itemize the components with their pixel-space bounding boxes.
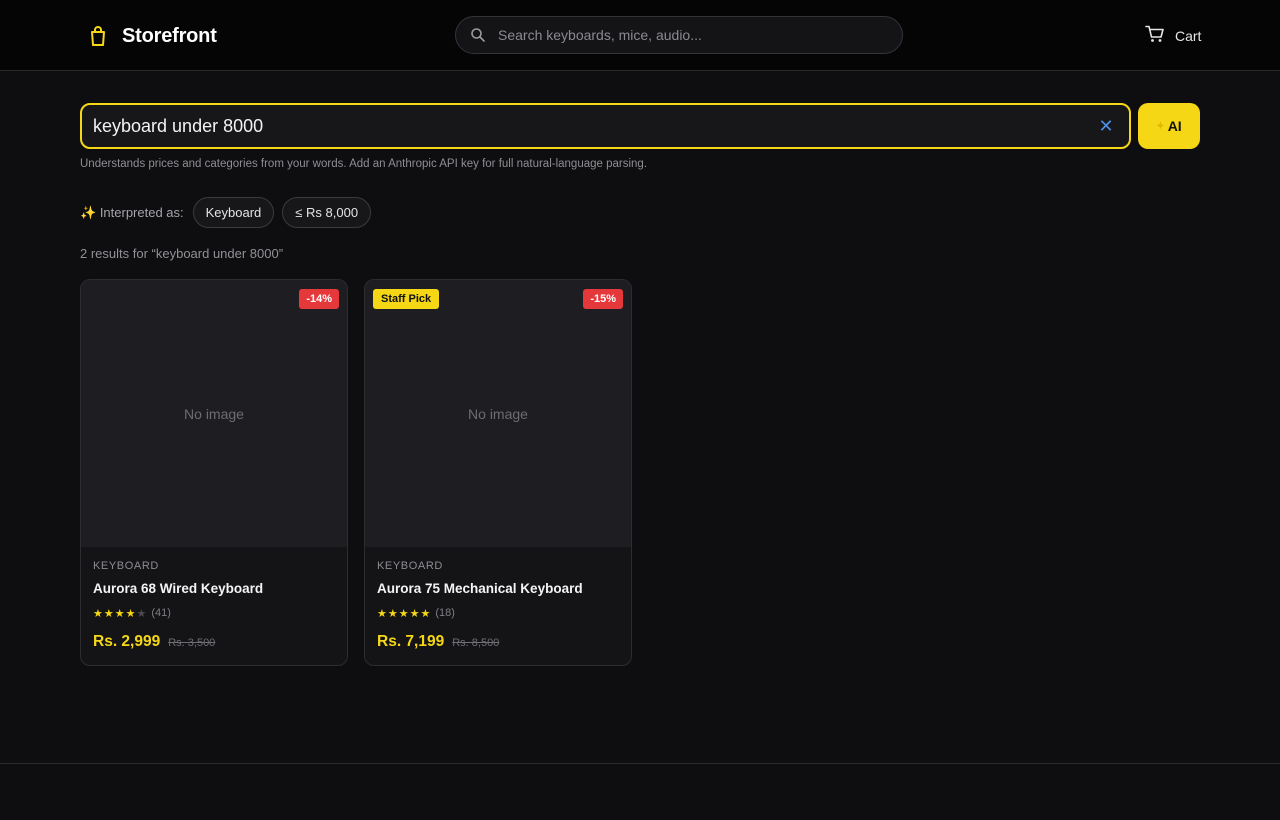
clear-search-button[interactable]: ✕ (1097, 115, 1115, 136)
ai-search-hint: Understands prices and categories from y… (80, 158, 648, 170)
ai-search-box[interactable]: ✕ (80, 103, 1131, 149)
cart-label: Cart (1175, 28, 1202, 44)
star-rating-icons: ★★★★★ (377, 607, 432, 620)
filter-chip-price[interactable]: ≤ Rs 8,000 (282, 197, 372, 228)
product-image-placeholder: No image (81, 280, 347, 547)
product-price: Rs. 7,199 (377, 633, 445, 650)
product-image-placeholder: No image (365, 280, 631, 547)
no-image-text: No image (468, 405, 528, 422)
rating-count: (41) (151, 607, 171, 619)
top-navigation-bar: Storefront Cart (0, 0, 1280, 71)
header-search-bar[interactable] (455, 16, 903, 54)
price-row: Rs. 2,999 Rs. 3,500 (93, 633, 335, 651)
cart-button[interactable]: Cart (1145, 25, 1201, 47)
filter-chip-category[interactable]: Keyboard (192, 197, 275, 228)
shopping-bag-icon (88, 24, 108, 48)
product-price: Rs. 2,999 (93, 633, 161, 650)
brand-logo[interactable]: Storefront (88, 22, 217, 50)
sparkles-icon: ✨ (80, 204, 97, 220)
discount-badge: -15% (583, 289, 623, 309)
ai-search-button[interactable]: ✦ AI (1138, 103, 1200, 149)
product-rating: ★★★★★ (18) (377, 606, 619, 620)
ai-button-label: AI (1167, 118, 1182, 134)
page-footer (0, 763, 1280, 820)
product-card[interactable]: No image Staff Pick -15% KEYBOARD Aurora… (364, 279, 632, 666)
interpretation-row: ✨ Interpreted as: Keyboard ≤ Rs 8,000 (80, 197, 372, 228)
star-rating-icons: ★★★★★ (93, 607, 148, 620)
product-category: KEYBOARD (93, 560, 159, 572)
product-rating: ★★★★★ (41) (93, 606, 335, 620)
product-category: KEYBOARD (377, 560, 443, 572)
staff-pick-badge: Staff Pick (373, 289, 440, 309)
price-row: Rs. 7,199 Rs. 8,500 (377, 633, 619, 651)
product-old-price: Rs. 8,500 (452, 637, 500, 649)
search-icon (470, 27, 486, 43)
product-card[interactable]: No image -14% KEYBOARD Aurora 68 Wired K… (80, 279, 348, 666)
no-image-text: No image (184, 405, 244, 422)
product-name[interactable]: Aurora 68 Wired Keyboard (93, 581, 335, 596)
header-search-input[interactable] (498, 27, 878, 43)
rating-count: (18) (435, 607, 455, 619)
product-old-price: Rs. 3,500 (168, 637, 216, 649)
product-name[interactable]: Aurora 75 Mechanical Keyboard (377, 581, 619, 596)
cart-icon (1145, 25, 1165, 48)
close-icon: ✕ (1098, 115, 1114, 136)
ai-search-input[interactable] (93, 115, 1083, 137)
results-count: 2 results for “keyboard under 8000” (80, 246, 284, 261)
brand-name: Storefront (122, 24, 217, 47)
discount-badge: -14% (299, 289, 339, 309)
sparkle-icon: ✦ (1156, 120, 1165, 132)
interpretation-label: ✨ Interpreted as: (80, 204, 184, 220)
